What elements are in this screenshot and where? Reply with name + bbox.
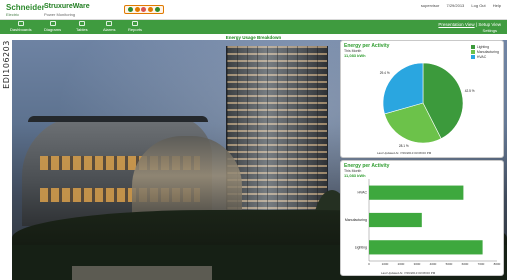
nav-label: Settings bbox=[482, 28, 497, 33]
x-tick-label: 8000 bbox=[494, 262, 501, 266]
nav-item-diagrams[interactable]: Diagrams bbox=[44, 21, 61, 32]
nav-label: Diagrams bbox=[44, 27, 62, 32]
x-tick-label: 7000 bbox=[478, 262, 485, 266]
diagram-icon bbox=[49, 21, 56, 26]
x-tick-label: 4000 bbox=[430, 262, 437, 266]
pie-chart-panel: Energy per Activity This Month 11,083 kW… bbox=[340, 40, 504, 158]
struxureware-logo: StruxureWare Power Monitoring bbox=[44, 3, 90, 17]
page-title: Energy Usage Breakdown bbox=[225, 34, 282, 40]
status-dot bbox=[134, 7, 140, 12]
bar-hvac[interactable] bbox=[369, 185, 464, 200]
nav-label: Dashboards bbox=[10, 27, 32, 32]
status-dot bbox=[155, 7, 161, 12]
nav-item-dashboards[interactable]: Dashboards bbox=[10, 21, 32, 32]
dashboard-icon bbox=[17, 21, 24, 26]
nav-label: Reports bbox=[128, 27, 143, 32]
last-updated: Last Updated At: 7/29/2013 03:08:00 PM bbox=[381, 271, 436, 275]
nav-label: Alarms bbox=[103, 27, 116, 32]
bar-chart-panel: Energy per Activity This Month 11,083 kW… bbox=[340, 160, 504, 276]
schneider-logo-sub: Electric bbox=[6, 12, 20, 17]
help-link[interactable]: Help bbox=[493, 3, 501, 8]
walkway bbox=[72, 266, 212, 280]
bar-lighting[interactable] bbox=[369, 240, 483, 255]
category-label: HVAC bbox=[358, 191, 368, 195]
last-updated: Last Updated At: 7/29/2013 03:08:00 PM bbox=[377, 151, 432, 155]
status-dot bbox=[141, 7, 147, 12]
pie-data-label: 28.1 % bbox=[399, 144, 409, 148]
nav-item-reports[interactable]: Reports bbox=[128, 21, 142, 32]
x-tick-label: 2000 bbox=[398, 262, 405, 266]
presentation-view-link[interactable]: Presentation View bbox=[438, 22, 474, 27]
struxureware-logo-sub: Power Monitoring bbox=[44, 12, 76, 17]
pie-chart: 42.5 % 28.1 % 29.4 % bbox=[380, 62, 475, 148]
schneider-logo-name: Schneider bbox=[6, 3, 45, 12]
x-tick-label: 3000 bbox=[414, 262, 421, 266]
nav-item-settings[interactable]: Settings bbox=[483, 28, 497, 33]
table-icon bbox=[78, 21, 85, 26]
nav-item-alarms[interactable]: Alarms bbox=[103, 21, 115, 32]
bar-chart: HVAC Manufacturing Lighting 0 1000 2000 3000 40… bbox=[345, 179, 501, 266]
report-icon bbox=[132, 21, 138, 26]
nav-item-tables[interactable]: Tables bbox=[76, 21, 88, 32]
pie-data-label: 29.4 % bbox=[380, 71, 390, 75]
schneider-logo: Schneider Electric bbox=[6, 3, 45, 17]
x-tick-label: 5000 bbox=[446, 262, 453, 266]
setup-view-link[interactable]: Setup View bbox=[478, 22, 501, 27]
user-info: supervisor 7/29/2013 Log Out Help bbox=[415, 3, 501, 8]
side-code-label: EDI106203 bbox=[1, 39, 11, 89]
main-nav: Dashboards Diagrams Tables Alarms Report… bbox=[0, 20, 507, 34]
side-code: EDI106203 bbox=[0, 34, 12, 94]
user-name: supervisor bbox=[420, 3, 440, 8]
category-label: Manufacturing bbox=[345, 218, 367, 222]
struxureware-logo-name: StruxureWare bbox=[44, 3, 90, 10]
top-header: Schneider Electric StruxureWare Power Mo… bbox=[0, 0, 507, 20]
x-tick-label: 1000 bbox=[382, 262, 389, 266]
x-tick-label: 6000 bbox=[462, 262, 469, 266]
logout-link[interactable]: Log Out bbox=[471, 3, 485, 8]
alarm-icon bbox=[106, 21, 113, 26]
status-dot bbox=[127, 7, 133, 12]
pie-data-label: 42.5 % bbox=[465, 89, 475, 93]
bar-manufacturing[interactable] bbox=[369, 212, 422, 228]
current-date: 7/29/2013 bbox=[446, 3, 465, 8]
nav-label: Tables bbox=[76, 27, 88, 32]
category-label: Lighting bbox=[355, 245, 367, 249]
alarm-status-indicator[interactable] bbox=[124, 5, 164, 14]
status-dot bbox=[148, 7, 154, 12]
x-tick-label: 0 bbox=[368, 262, 370, 266]
view-switcher: Presentation View | Setup View bbox=[438, 22, 501, 27]
